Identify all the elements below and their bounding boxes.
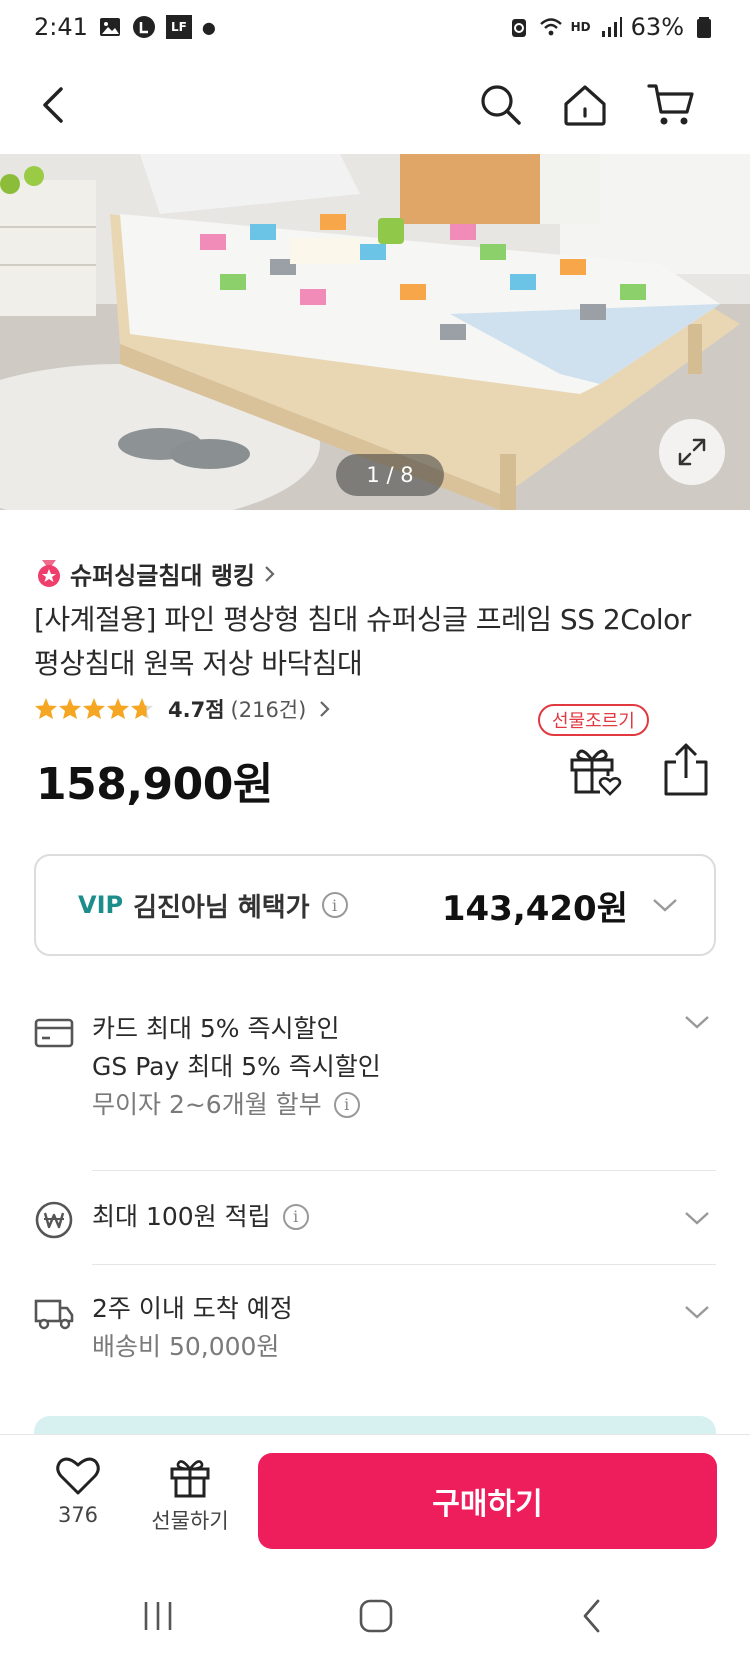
vip-price: 143,420원 [441, 888, 628, 929]
divider [92, 1264, 716, 1265]
vip-price-box[interactable]: VIP 김진아님 혜택가 i 143,420원 [34, 854, 716, 956]
battery-icon [697, 17, 711, 38]
cart-icon [647, 84, 694, 125]
expand-icon [678, 438, 706, 466]
hd-voice-icon: HD [570, 20, 591, 34]
divider [92, 1170, 716, 1171]
info-icon[interactable]: i [333, 1092, 360, 1118]
review-count: (216건) [230, 698, 307, 722]
chevron-right-icon [320, 701, 330, 717]
product-image-gallery[interactable]: 1 / 8 [0, 154, 750, 510]
info-icon[interactable]: i [282, 1204, 309, 1230]
back-arrow-icon [583, 1599, 600, 1633]
gallery-notification-icon [99, 18, 120, 36]
stars-icon [35, 698, 153, 719]
gift-heart-icon [570, 749, 622, 796]
bottom-action-bar: 376 선물하기 구매하기 [0, 1434, 750, 1564]
chevron-right-icon [265, 565, 275, 582]
status-time: 2:41 [34, 13, 88, 41]
product-title: [사계절용] 파인 평상형 침대 슈퍼싱글 프레임 SS 2Color 평상침대… [34, 603, 691, 680]
share-icon [664, 743, 708, 796]
recycle-icon [511, 19, 526, 37]
search-icon [481, 85, 521, 125]
gift-request-button[interactable] [566, 742, 622, 798]
wishlist-count: 376 [57, 1503, 99, 1527]
chevron-down-icon [653, 899, 677, 912]
dot-icon: ● [201, 17, 216, 37]
info-icon[interactable]: i [321, 892, 348, 918]
home-icon [564, 85, 606, 126]
gift-button[interactable]: 선물하기 [142, 1455, 238, 1555]
points-text-row: 최대 100원 적립 i [92, 1198, 309, 1236]
installment-text: 무이자 2~6개월 할부 [92, 1090, 322, 1119]
won-coin-icon [35, 1201, 73, 1239]
gift-request-badge[interactable]: 선물조르기 [538, 704, 649, 736]
gift-label: 선물하기 [151, 1509, 229, 1533]
battery-percent: 63% [630, 13, 684, 41]
wishlist-button[interactable]: 376 [40, 1455, 116, 1555]
expand-button[interactable] [659, 419, 725, 485]
app-notification-icon [132, 16, 155, 38]
home-system-button[interactable] [354, 1596, 398, 1636]
chevron-left-icon [43, 87, 63, 123]
credit-card-icon [34, 1018, 74, 1048]
chevron-down-icon [685, 1212, 709, 1225]
signal-icon [601, 17, 622, 37]
points-text: 최대 100원 적립 [92, 1202, 271, 1231]
recent-apps-icon [144, 1602, 172, 1630]
chevron-down-icon [685, 1016, 709, 1029]
search-button[interactable] [474, 78, 528, 132]
card-discount-text: 카드 최대 5% 즉시할인 [92, 1014, 340, 1043]
delivery-eta-text: 2주 이내 도착 예정 [92, 1294, 293, 1323]
vip-label: VIP [78, 891, 124, 919]
rating-score: 4.7점 [168, 698, 225, 722]
cart-button[interactable] [644, 78, 698, 132]
home-square-icon [359, 1599, 393, 1633]
delivery-row[interactable]: 2주 이내 도착 예정 배송비 50,000원 [34, 1290, 716, 1374]
chevron-down-icon [685, 1306, 709, 1319]
ranking-link[interactable]: 슈퍼싱글침대 랭킹 [36, 556, 277, 591]
gspay-discount-text: GS Pay 최대 5% 즉시할인 [92, 1052, 381, 1081]
status-bar: 2:41 LF ● HD 63% [0, 0, 750, 54]
vip-benefit-text: 김진아님 혜택가 [133, 892, 310, 923]
gift-icon [170, 1460, 210, 1498]
medal-icon [38, 559, 60, 587]
shipping-fee-text: 배송비 50,000원 [92, 1332, 280, 1361]
page-indicator: 1 / 8 [336, 454, 444, 496]
installment-row: 무이자 2~6개월 할부 i [92, 1086, 381, 1124]
wifi-icon [539, 18, 562, 36]
recent-apps-button[interactable] [136, 1596, 180, 1636]
star-rating [34, 697, 154, 721]
system-navigation-bar [0, 1564, 750, 1667]
back-button[interactable] [26, 78, 80, 132]
ranking-label: 슈퍼싱글침대 랭킹 [70, 562, 255, 590]
heart-icon [56, 1457, 100, 1495]
back-system-button[interactable] [570, 1596, 614, 1636]
share-button[interactable] [660, 742, 712, 798]
home-button[interactable] [558, 78, 612, 132]
top-navigation [0, 54, 750, 154]
buy-button[interactable]: 구매하기 [258, 1453, 717, 1549]
lf-notification-icon: LF [165, 15, 192, 39]
rating-link[interactable]: 4.7점 (216건) [34, 694, 332, 724]
points-row[interactable]: 최대 100원 적립 i [34, 1198, 716, 1242]
delivery-truck-icon [34, 1299, 74, 1330]
card-benefit-row[interactable]: 카드 최대 5% 즉시할인 GS Pay 최대 5% 즉시할인 무이자 2~6개… [34, 1010, 716, 1130]
product-price: 158,900원 [36, 759, 273, 810]
